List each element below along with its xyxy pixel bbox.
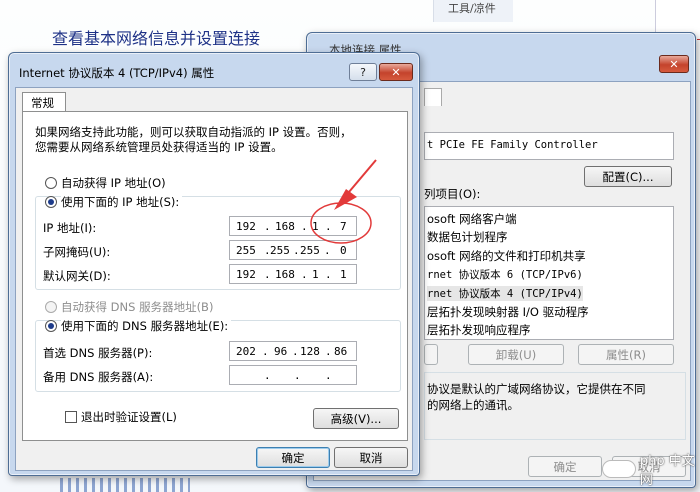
dot: . [324, 244, 331, 257]
close-button[interactable]: ✕ [379, 63, 413, 81]
validate-label: 退出时验证设置(L) [81, 410, 177, 424]
advanced-button[interactable]: 高级(V)... [313, 408, 399, 429]
dialog-title: Internet 协议版本 4 (TCP/IPv4) 属性 [19, 66, 215, 80]
page-heading[interactable]: 查看基本网络信息并设置连接 [52, 25, 260, 49]
ok-button[interactable]: 确定 [528, 456, 602, 477]
dot: . [301, 268, 308, 281]
ip-octet: 7 [340, 220, 347, 233]
description-line: 协议是默认的广域网络协议，它提供在不同 [427, 382, 646, 396]
subnet-input[interactable]: 255 . 255 . 255 . 0 [229, 240, 357, 260]
watermark-logo [602, 460, 636, 478]
list-item[interactable]: 层拓扑发现映射器 I/O 驱动程序 [427, 304, 589, 320]
dot: . [325, 220, 332, 233]
list-item[interactable]: 层拓扑发现响应程序 [427, 322, 531, 338]
dot: . [264, 268, 271, 281]
adapter-name: t PCIe FE Family Controller [427, 139, 598, 151]
dot: . [325, 268, 332, 281]
close-button[interactable]: ✕ [659, 55, 689, 73]
ip-octet: 255 [236, 244, 256, 257]
ip-octet: 0 [340, 244, 347, 257]
list-item[interactable]: rnet 协议版本 4 (TCP/IPv4) [427, 286, 583, 301]
dot: . [325, 345, 332, 358]
ip-octet: 255 [300, 244, 320, 257]
items-label: 列项目(O): [424, 187, 481, 201]
preferred-dns-input[interactable]: 202 . 96 . 128 . 86 [229, 341, 357, 361]
ip-octet: 202 [236, 345, 256, 358]
ip-octet: 168 [275, 220, 295, 233]
install-button[interactable] [424, 344, 438, 365]
watermark: php 中文网 [602, 450, 700, 488]
ok-button[interactable]: 确定 [256, 447, 330, 468]
configure-button[interactable]: 配置(C)... [584, 166, 672, 187]
gateway-input[interactable]: 192 . 168 . 1 . 1 [229, 264, 357, 284]
ip-octet: 255 [270, 244, 290, 257]
dot: . [264, 369, 271, 382]
background-decoration [60, 478, 190, 492]
list-item[interactable]: rnet 协议版本 6 (TCP/IPv6) [427, 267, 583, 282]
uninstall-button[interactable]: 卸载(U) [468, 344, 564, 365]
dot: . [325, 369, 332, 382]
use-dns-radio[interactable] [45, 320, 57, 332]
use-ip-label: 使用下面的 IP 地址(S): [61, 194, 183, 210]
properties-button[interactable]: 属性(R) [578, 344, 674, 365]
ip-octet: 1 [312, 268, 319, 281]
gateway-label: 默认网关(D): [43, 269, 111, 283]
help-button[interactable]: ? [349, 63, 377, 81]
description-group: 协议是默认的广域网络协议，它提供在不同 的网络上的通讯。 [424, 372, 686, 440]
list-item[interactable]: osoft 网络客户端 [427, 211, 517, 227]
ip-address-label: IP 地址(I): [43, 221, 97, 235]
ipv4-properties-dialog: Internet 协议版本 4 (TCP/IPv4) 属性 ? ✕ 常规 如果网… [8, 52, 420, 476]
ip-octet: 192 [236, 220, 256, 233]
tab-label: 常规 [31, 96, 54, 110]
list-item[interactable]: 数据包计划程序 [427, 229, 508, 245]
toolbar-fragment: 工具/凉件 [433, 0, 513, 22]
use-dns-label: 使用下面的 DNS 服务器地址(E): [61, 318, 232, 334]
ip-octet: 128 [300, 345, 320, 358]
ip-octet: 168 [275, 268, 295, 281]
dialog-body: 常规 如果网络支持此功能，则可以获取自动指派的 IP 设置。否则， 您需要从网络… [15, 87, 413, 471]
ip-octet: 96 [274, 345, 288, 358]
intro-text: 您需要从网络系统管理员处获得适当的 IP 设置。 [35, 140, 283, 154]
dot: . [301, 220, 308, 233]
ip-octet: 86 [334, 345, 348, 358]
ip-octet: 1 [312, 220, 319, 233]
description-line: 的网络上的通讯。 [427, 398, 519, 412]
dot: . [292, 345, 299, 358]
subnet-label: 子网掩码(U): [43, 245, 111, 259]
dot: . [262, 345, 269, 358]
validate-checkbox[interactable] [65, 411, 77, 423]
list-item[interactable]: osoft 网络的文件和打印机共享 [427, 248, 586, 264]
preferred-dns-label: 首选 DNS 服务器(P): [43, 346, 153, 360]
auto-dns-radio[interactable] [45, 301, 57, 313]
auto-ip-label: 自动获得 IP 地址(O) [61, 176, 166, 190]
alternate-dns-input[interactable]: . . . [229, 365, 357, 385]
auto-ip-radio[interactable] [45, 177, 57, 189]
tab-panel: 如果网络支持此功能，则可以获取自动指派的 IP 设置。否则， 您需要从网络系统管… [22, 111, 408, 441]
watermark-text: php 中文网 [639, 454, 695, 488]
tab-general[interactable]: 常规 [22, 92, 66, 112]
auto-dns-label: 自动获得 DNS 服务器地址(B) [61, 300, 214, 314]
ip-octet: 192 [236, 268, 256, 281]
cancel-button[interactable]: 取消 [334, 447, 408, 468]
adapter-name-box: t PCIe FE Family Controller [424, 132, 674, 160]
ip-octet: 1 [340, 268, 347, 281]
dot: . [264, 220, 271, 233]
use-ip-radio[interactable] [45, 196, 57, 208]
items-list: osoft 网络客户端 数据包计划程序 osoft 网络的文件和打印机共享 rn… [424, 206, 674, 340]
alternate-dns-label: 备用 DNS 服务器(A): [43, 370, 154, 384]
intro-text: 如果网络支持此功能，则可以获取自动指派的 IP 设置。否则， [35, 125, 352, 139]
toolbar-label: 工具/凉件 [448, 2, 496, 15]
dot: . [294, 369, 301, 382]
tab-strip-fragment [424, 88, 442, 106]
dot: . [293, 244, 300, 257]
ip-address-input[interactable]: 192 . 168 . 1 . 7 [229, 216, 357, 236]
